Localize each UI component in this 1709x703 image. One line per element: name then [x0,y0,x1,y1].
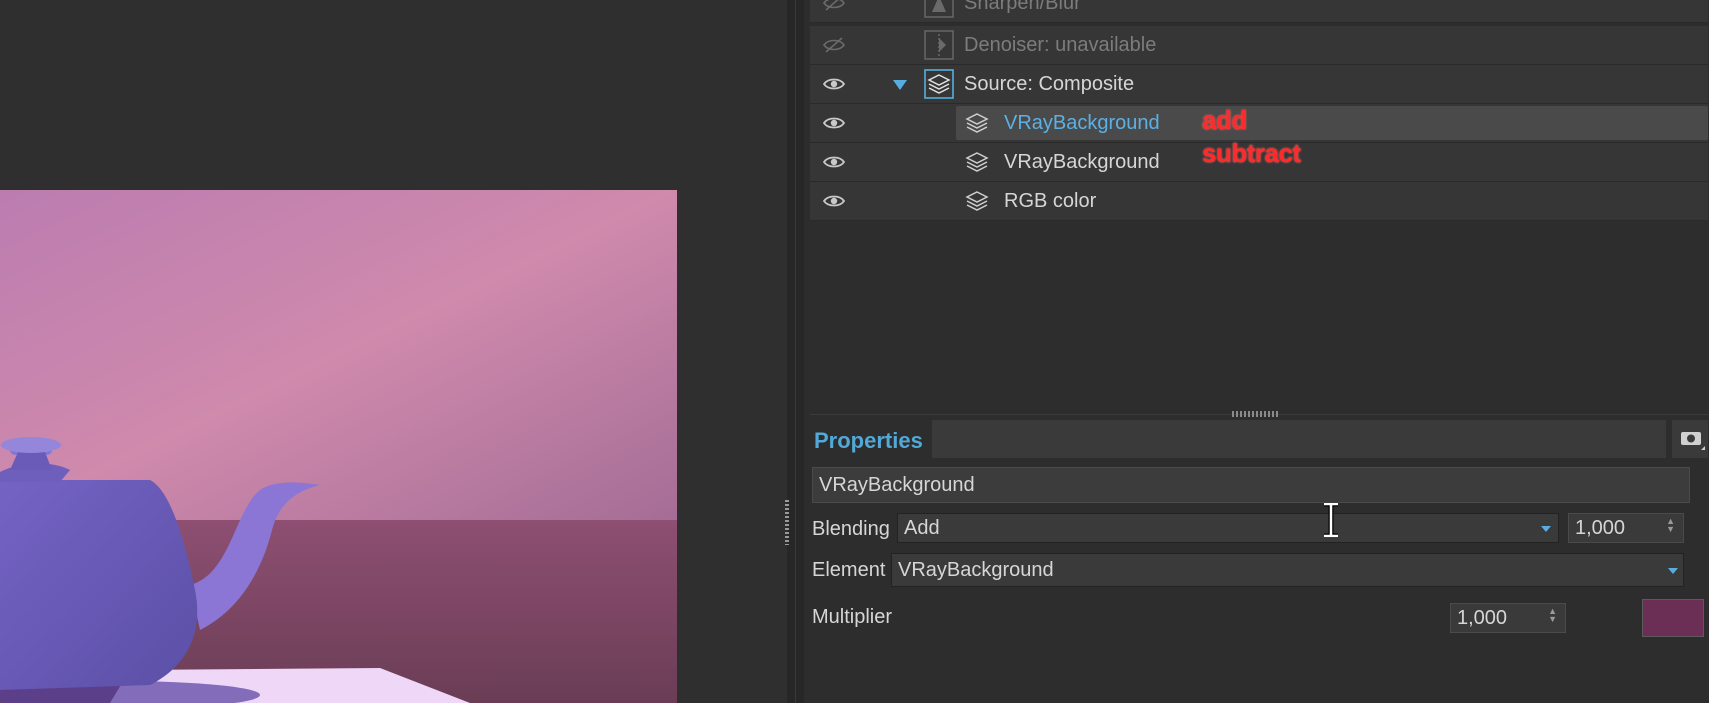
element-value: VRayBackground [898,559,1054,581]
eye-icon[interactable] [822,152,846,172]
layer-label: VRayBackground [1004,112,1160,134]
eye-hidden-icon[interactable] [822,35,846,55]
layers-panel: Sharpen/Blur Denoiser: unavailable Sourc… [804,0,1709,703]
layer-label: Source: Composite [964,73,1135,95]
chevron-down-icon [1668,568,1678,574]
text-cursor-icon [1324,502,1338,538]
layer-stack-icon [965,152,989,172]
denoiser-icon [924,30,954,60]
layer-label: RGB color [1004,190,1097,212]
layer-name-field[interactable]: VRayBackground [812,467,1690,503]
properties-title: Properties [814,428,923,453]
element-label: Element [812,559,886,581]
blending-dropdown[interactable]: Add [897,513,1559,543]
properties-header-bar [932,420,1666,458]
element-dropdown[interactable]: VRayBackground [891,553,1684,587]
camera-icon-button[interactable] [1672,420,1708,458]
multiplier-spinner[interactable]: 1,000 ▲ ▼ [1450,603,1566,633]
blending-amount-spinner[interactable]: 1,000 ▲ ▼ [1568,513,1684,543]
annotation-subtract: subtract [1202,138,1301,168]
panel-splitter[interactable] [787,0,804,703]
multiplier-value: 1,000 [1457,607,1508,629]
sharpen-filter-icon [924,0,954,18]
layer-stack-icon [965,113,989,133]
layer-tree: Sharpen/Blur Denoiser: unavailable Sourc… [810,0,1708,221]
eye-hidden-icon[interactable] [822,0,846,13]
eye-icon[interactable] [822,113,846,133]
splitter-grip[interactable] [785,500,789,545]
annotation-add: add [1202,105,1247,135]
layer-row-denoiser[interactable]: Denoiser: unavailable [810,26,1708,65]
resize-handle[interactable] [1232,411,1280,417]
spinner-arrows-icon[interactable]: ▲ ▼ [1548,607,1557,624]
rendered-image [0,190,677,703]
expand-triangle-icon[interactable] [892,78,908,92]
layer-row-vraybackground-subtract[interactable]: VRayBackground subtract [810,138,1708,182]
layer-row-source-composite[interactable]: Source: Composite [810,65,1708,104]
composite-layers-icon [924,69,954,99]
eye-icon[interactable] [822,74,846,94]
layer-label: Denoiser: unavailable [964,34,1157,56]
layer-label: Sharpen/Blur [964,0,1081,14]
layer-row-rgb-color[interactable]: RGB color [810,182,1708,221]
blending-amount-value: 1,000 [1575,517,1626,539]
eye-icon[interactable] [822,191,846,211]
blending-label: Blending [812,518,890,540]
layer-row-sharpen-blur[interactable]: Sharpen/Blur [810,0,1708,23]
properties-section: Properties VRayBackground Blending Add 1… [810,420,1708,703]
render-viewport[interactable] [0,0,787,703]
layer-label: VRayBackground [1004,151,1160,173]
camera-icon [1681,432,1705,450]
layer-stack-icon [965,191,989,211]
multiplier-label: Multiplier [812,606,893,628]
spinner-arrows-icon[interactable]: ▲ ▼ [1666,517,1675,534]
teapot-render-graphic [0,190,677,703]
blending-value: Add [904,517,940,539]
multiplier-color-swatch[interactable] [1642,599,1704,637]
chevron-down-icon [1541,526,1551,532]
